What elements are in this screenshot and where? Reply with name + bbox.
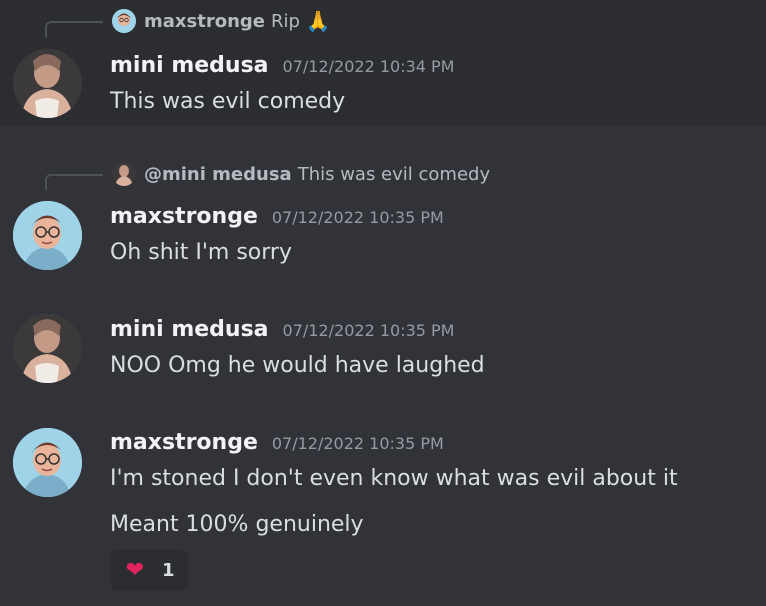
- message-text: I'm stoned I don't even know what was ev…: [110, 466, 678, 491]
- chat-area: maxstronge Rip 🙏 mini medusa 07/12/2022 …: [0, 0, 766, 606]
- message-text: NOO Omg he would have laughed: [110, 353, 485, 378]
- author-name[interactable]: mini medusa: [110, 317, 269, 342]
- message[interactable]: maxstronge 07/12/2022 10:35 PM I'm stone…: [0, 404, 766, 606]
- reply-text: This was evil comedy: [297, 163, 491, 185]
- reply-author[interactable]: maxstronge: [144, 11, 265, 32]
- timestamp: 07/12/2022 10:35 PM: [271, 434, 444, 453]
- timestamp: 07/12/2022 10:34 PM: [282, 57, 455, 76]
- reply-connector: [45, 174, 103, 190]
- author-name[interactable]: maxstronge: [110, 204, 258, 229]
- reply-preview[interactable]: @mini medusa This was evil comedy: [112, 162, 490, 186]
- reply-preview[interactable]: maxstronge Rip 🙏: [112, 9, 331, 33]
- author-name[interactable]: maxstronge: [110, 430, 258, 455]
- message-text: Oh shit I'm sorry: [110, 240, 292, 265]
- avatar-cartoon-icon: [112, 9, 136, 33]
- message[interactable]: mini medusa 07/12/2022 10:35 PM NOO Omg …: [0, 290, 766, 400]
- timestamp: 07/12/2022 10:35 PM: [282, 321, 455, 340]
- avatar[interactable]: [13, 201, 82, 270]
- pray-emoji-icon: 🙏: [305, 9, 331, 33]
- reply-text: Rip: [270, 10, 300, 32]
- reaction-button[interactable]: ❤ 1: [110, 549, 188, 591]
- avatar-photo-icon: [112, 162, 136, 186]
- timestamp: 07/12/2022 10:35 PM: [271, 208, 444, 227]
- avatar[interactable]: [13, 314, 82, 383]
- message[interactable]: @mini medusa This was evil comedy maxstr…: [0, 150, 766, 275]
- author-name[interactable]: mini medusa: [110, 53, 269, 78]
- reply-author[interactable]: @mini medusa: [144, 164, 292, 185]
- reply-connector: [45, 21, 103, 37]
- avatar[interactable]: [13, 428, 82, 497]
- message[interactable]: maxstronge Rip 🙏 mini medusa 07/12/2022 …: [0, 0, 766, 126]
- heart-icon: ❤: [125, 557, 145, 583]
- message-text: This was evil comedy: [110, 89, 346, 114]
- avatar[interactable]: [13, 49, 82, 118]
- reaction-count: 1: [162, 559, 175, 581]
- message-text: Meant 100% genuinely: [110, 512, 364, 537]
